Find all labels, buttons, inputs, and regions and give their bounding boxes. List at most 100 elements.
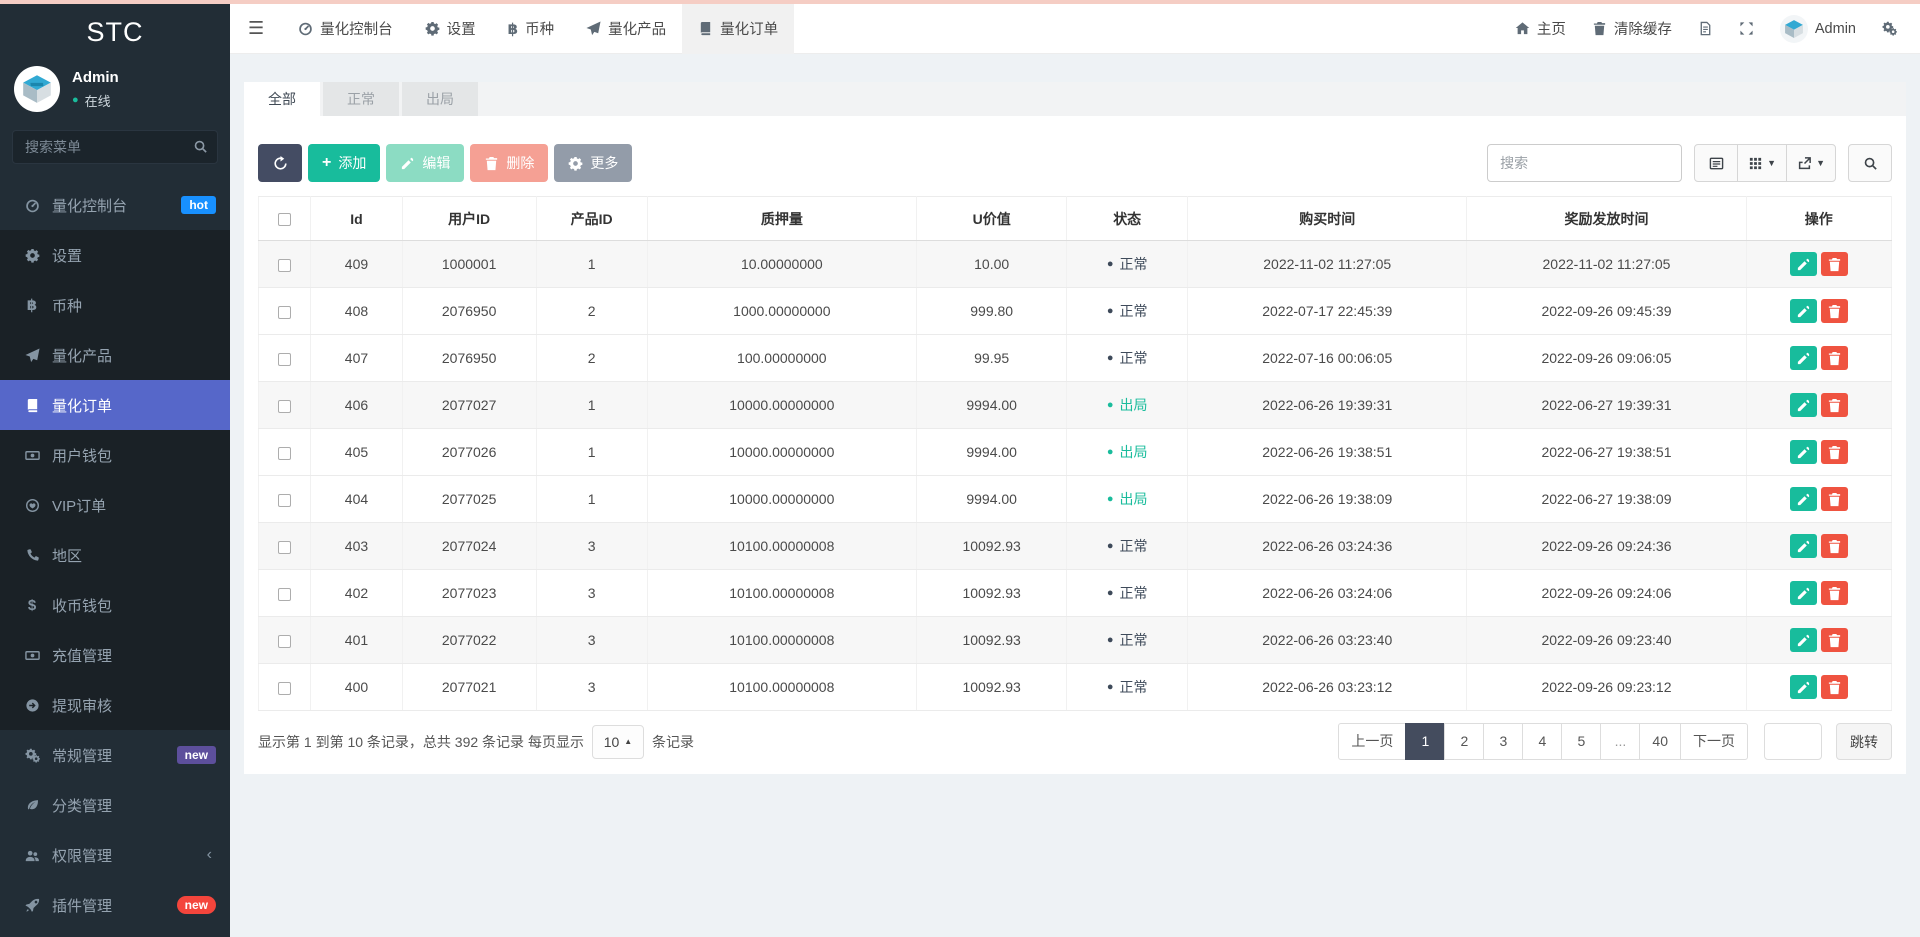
page-size-dropdown[interactable]: 10 ▲ — [591, 724, 644, 759]
table-row[interactable]: 401 2077022 3 10100.00000008 10092.93 ● 正常 2022… — [257, 616, 1893, 664]
topbar-tab[interactable]: 量化控制台 — [282, 4, 409, 54]
table-row[interactable]: 407 2076950 2 100.00000000 99.95 ● 正常 2022-07-1… — [257, 334, 1893, 382]
column-header[interactable]: 用户ID — [401, 196, 537, 241]
column-header[interactable]: Id — [310, 196, 403, 241]
table-row[interactable]: 403 2077024 3 10100.00000008 10092.93 ● 正常 2022… — [257, 522, 1893, 570]
column-header[interactable]: U价值 — [916, 196, 1068, 241]
row-edit-button[interactable] — [1789, 581, 1817, 605]
sidebar-item[interactable]: 量化产品 — [0, 330, 230, 380]
row-edit-button[interactable] — [1789, 346, 1817, 370]
sidebar-item[interactable]: 充值管理 — [0, 630, 230, 680]
sidebar-item[interactable]: 用户钱包 — [0, 430, 230, 480]
sidebar-item[interactable]: 插件管理 new — [0, 880, 230, 930]
wipe-records-button[interactable] — [1685, 4, 1726, 54]
jump-page-input[interactable] — [1764, 723, 1822, 760]
row-delete-button[interactable] — [1820, 675, 1848, 699]
column-header[interactable]: 质押量 — [646, 196, 918, 241]
topbar-tab[interactable]: 设置 — [409, 4, 492, 54]
topbar-tab[interactable]: ฿ 币种 — [492, 4, 570, 54]
sidebar-item[interactable]: 分类管理 — [0, 780, 230, 830]
select-all-checkbox[interactable] — [278, 213, 292, 227]
row-edit-button[interactable] — [1789, 534, 1817, 558]
page-item[interactable]: 下一页 — [1680, 723, 1748, 760]
page-item[interactable]: 5 — [1561, 723, 1602, 760]
sidebar-item[interactable]: VIP订单 — [0, 480, 230, 530]
row-checkbox[interactable] — [278, 540, 292, 554]
sidebar-search-input[interactable] — [12, 130, 218, 164]
page-item[interactable]: 3 — [1483, 723, 1524, 760]
search-toggle-button[interactable] — [1848, 144, 1892, 182]
sidebar-item[interactable]: 量化订单 — [0, 380, 230, 430]
topbar-tab[interactable]: 量化订单 — [682, 3, 795, 54]
column-header[interactable]: 操作 — [1745, 196, 1893, 241]
table-row[interactable]: 409 1000001 1 10.00000000 10.00 ● 正常 2022-11-02… — [257, 240, 1893, 288]
jump-button[interactable]: 跳转 — [1836, 723, 1892, 760]
row-checkbox[interactable] — [278, 587, 292, 601]
row-edit-button[interactable] — [1789, 252, 1817, 276]
add-button[interactable]: + 添加 — [308, 144, 381, 182]
row-checkbox[interactable] — [278, 446, 292, 460]
profile-button[interactable]: Admin — [1767, 4, 1869, 54]
row-edit-button[interactable] — [1789, 628, 1817, 652]
table-search-input[interactable] — [1487, 144, 1683, 182]
row-checkbox[interactable] — [278, 258, 292, 272]
table-row[interactable]: 400 2077021 3 10100.00000008 10092.93 ● 正常 2022… — [257, 663, 1893, 711]
table-row[interactable]: 404 2077025 1 10000.00000000 9994.00 ● 出局 2022-… — [257, 475, 1893, 523]
sidebar-item[interactable]: 权限管理 ‹ — [0, 830, 230, 880]
refresh-button[interactable] — [258, 144, 302, 182]
column-header[interactable]: 状态 — [1066, 196, 1189, 241]
filter-tab[interactable]: 正常 — [323, 82, 399, 116]
row-checkbox[interactable] — [278, 352, 292, 366]
table-row[interactable]: 406 2077027 1 10000.00000000 9994.00 ● 出局 2022-… — [257, 381, 1893, 429]
row-checkbox[interactable] — [278, 634, 292, 648]
settings-button[interactable] — [1869, 4, 1910, 54]
table-row[interactable]: 408 2076950 2 1000.00000000 999.80 ● 正常 2022-07… — [257, 287, 1893, 335]
page-item[interactable]: 2 — [1444, 723, 1485, 760]
row-delete-button[interactable] — [1820, 487, 1848, 511]
sidebar-item[interactable]: 设置 — [0, 230, 230, 280]
export-button[interactable]: ▼ — [1786, 144, 1836, 182]
row-checkbox[interactable] — [278, 681, 292, 695]
row-delete-button[interactable] — [1820, 628, 1848, 652]
table-row[interactable]: 402 2077023 3 10100.00000008 10092.93 ● 正常 2022… — [257, 569, 1893, 617]
row-edit-button[interactable] — [1789, 675, 1817, 699]
sidebar-item[interactable]: 提现审核 — [0, 680, 230, 730]
clear-cache-button[interactable]: 清除缓存 — [1579, 4, 1685, 54]
row-checkbox[interactable] — [278, 305, 292, 319]
home-button[interactable]: 主页 — [1502, 4, 1579, 54]
row-delete-button[interactable] — [1820, 440, 1848, 464]
delete-button[interactable]: 删除 — [470, 144, 549, 182]
user-avatar[interactable] — [14, 66, 60, 112]
filter-tab[interactable]: 出局 — [402, 82, 478, 116]
row-delete-button[interactable] — [1820, 581, 1848, 605]
sidebar-item[interactable]: 量化控制台 hot — [0, 180, 230, 230]
column-header[interactable]: 产品ID — [535, 196, 648, 241]
row-delete-button[interactable] — [1820, 534, 1848, 558]
row-edit-button[interactable] — [1789, 299, 1817, 323]
sidebar-item[interactable]: 地区 — [0, 530, 230, 580]
column-header[interactable]: 奖励发放时间 — [1466, 196, 1747, 241]
filter-tab[interactable]: 全部 — [244, 82, 320, 116]
sidebar-item[interactable]: ฿ 币种 — [0, 280, 230, 330]
topbar-tab[interactable]: 量化产品 — [570, 4, 682, 54]
card-view-button[interactable] — [1694, 144, 1739, 182]
row-checkbox[interactable] — [278, 399, 292, 413]
menu-toggle-icon[interactable]: ☰ — [230, 4, 282, 54]
more-button[interactable]: 更多 — [554, 144, 633, 182]
table-row[interactable]: 405 2077026 1 10000.00000000 9994.00 ● 出局 2022-… — [257, 428, 1893, 476]
column-header[interactable]: 购买时间 — [1187, 196, 1468, 241]
edit-button[interactable]: 编辑 — [386, 144, 465, 182]
row-delete-button[interactable] — [1820, 393, 1848, 417]
fullscreen-button[interactable] — [1726, 4, 1767, 54]
sidebar-item[interactable]: 常规管理 new — [0, 730, 230, 780]
row-delete-button[interactable] — [1820, 299, 1848, 323]
row-edit-button[interactable] — [1789, 440, 1817, 464]
columns-button[interactable]: ▼ — [1737, 144, 1788, 182]
row-delete-button[interactable] — [1820, 252, 1848, 276]
row-edit-button[interactable] — [1789, 487, 1817, 511]
row-checkbox[interactable] — [278, 493, 292, 507]
page-item[interactable]: 40 — [1639, 723, 1681, 760]
page-item[interactable]: 上一页 — [1338, 723, 1407, 760]
row-edit-button[interactable] — [1789, 393, 1817, 417]
page-item[interactable]: 4 — [1522, 723, 1563, 760]
